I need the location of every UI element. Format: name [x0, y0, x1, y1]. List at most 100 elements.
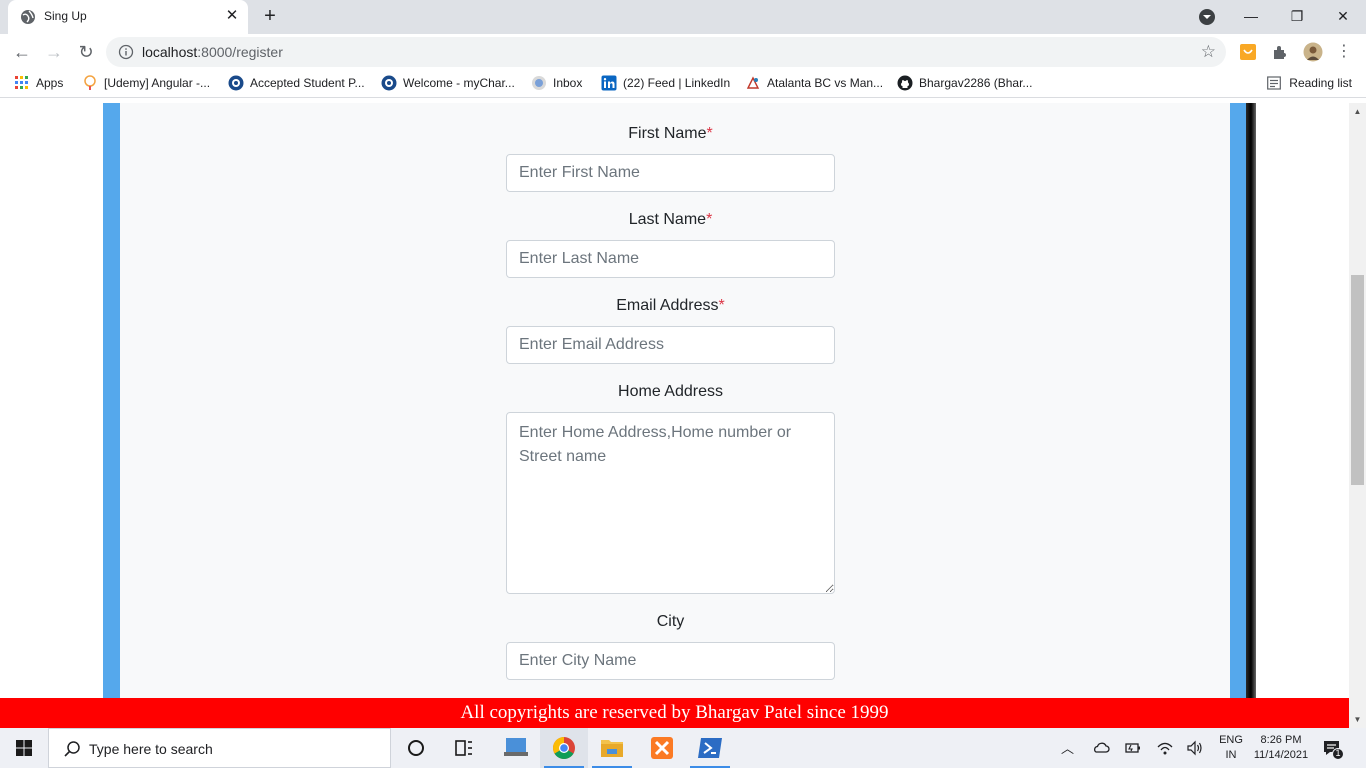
github-icon [897, 75, 913, 91]
powershell-icon [698, 738, 722, 758]
chrome-icon [553, 737, 575, 759]
notification-count: 1 [1335, 748, 1341, 758]
email-label: Email Address* [506, 297, 835, 315]
minimize-icon[interactable]: — [1228, 0, 1274, 32]
folder-icon [601, 740, 623, 757]
charusat-icon [381, 75, 397, 91]
bookmark-label: Inbox [553, 76, 583, 90]
reload-icon[interactable]: ↻ [72, 38, 100, 66]
input-language-indicator[interactable]: ENG IN [1218, 733, 1244, 763]
bookmark-item[interactable]: Welcome - myChar... [381, 75, 515, 93]
honey-extension-icon[interactable] [1239, 43, 1257, 61]
bookmark-item[interactable]: Bhargav2286 (Bhar... [897, 75, 1032, 93]
windows-start-icon[interactable] [0, 728, 48, 768]
browser-toolbar: ← → ↻ localhost:8000/register ☆ ⋮ [0, 34, 1366, 70]
search-icon [64, 741, 80, 757]
first-name-label: First Name* [506, 125, 835, 143]
language-code: ENG [1219, 734, 1243, 746]
taskbar-clock[interactable]: 8:26 PM 11/14/2021 [1248, 733, 1314, 763]
info-icon[interactable] [118, 44, 134, 60]
tab-title: Sing Up [44, 9, 87, 23]
windows-taskbar: Type here to search ︿ ENG IN 8:26 PM 11/14… [0, 728, 1366, 768]
required-asterisk: * [706, 125, 713, 142]
clock-date: 11/14/2021 [1253, 749, 1309, 761]
bookmark-label: Apps [36, 76, 64, 90]
scroll-down-arrow-icon[interactable]: ▼ [1349, 711, 1366, 728]
new-tab-icon[interactable]: + [258, 4, 282, 28]
mail-icon [532, 76, 546, 90]
bookmark-item[interactable]: (22) Feed | LinkedIn [601, 75, 730, 93]
taskbar-search-placeholder: Type here to search [89, 741, 213, 757]
bookmark-label: [Udemy] Angular -... [104, 76, 211, 90]
close-tab-icon[interactable]: ✕ [222, 6, 242, 26]
globe-icon [21, 10, 35, 24]
scroll-up-arrow-icon[interactable]: ▲ [1349, 103, 1366, 120]
address-bar[interactable]: localhost:8000/register ☆ [106, 37, 1226, 67]
profile-avatar-icon[interactable] [1303, 42, 1323, 62]
apps-grid-icon [15, 76, 28, 89]
reading-list-icon [1267, 76, 1282, 90]
url-text: localhost:8000/register [142, 44, 283, 60]
taskbar-app-chrome[interactable] [540, 728, 588, 768]
bookmark-item[interactable]: [Udemy] Angular -... [82, 75, 210, 93]
extensions-puzzle-icon[interactable] [1271, 43, 1289, 61]
last-name-input[interactable] [506, 240, 835, 278]
bookmark-label: (22) Feed | LinkedIn [623, 76, 731, 90]
restore-icon[interactable]: ❐ [1274, 0, 1320, 32]
charusat-icon [228, 75, 244, 91]
required-asterisk: * [718, 297, 725, 314]
home-address-textarea[interactable] [506, 412, 835, 594]
browser-tab[interactable]: Sing Up ✕ [8, 0, 248, 34]
url-path: :8000/register [197, 44, 283, 60]
bookmark-item[interactable]: Apps [14, 75, 63, 93]
bookmark-label: Atalanta BC vs Man... [767, 76, 884, 90]
taskbar-search-box[interactable]: Type here to search [48, 728, 391, 768]
page-viewport: First Name* Last Name* Email Address* Ho… [0, 103, 1349, 728]
tab-search-icon[interactable] [1198, 8, 1216, 26]
bookmark-item[interactable]: Inbox [531, 75, 582, 93]
battery-icon[interactable] [1124, 739, 1142, 757]
card-shadow [1246, 103, 1256, 703]
taskbar-app-powershell[interactable] [686, 728, 734, 768]
scrollbar-thumb[interactable] [1351, 275, 1364, 485]
menu-kebab-icon[interactable]: ⋮ [1330, 38, 1358, 66]
onedrive-cloud-icon[interactable] [1092, 739, 1110, 757]
city-input[interactable] [506, 642, 835, 680]
back-arrow-icon[interactable]: ← [8, 38, 36, 66]
bookmarks-bar: Apps [Udemy] Angular -... Accepted Stude… [0, 70, 1366, 98]
reading-list-label: Reading list [1289, 75, 1352, 90]
bookmark-label: Accepted Student P... [250, 76, 365, 90]
reading-list-button[interactable]: Reading list [1267, 75, 1352, 90]
first-name-label-text: First Name [628, 125, 707, 142]
bookmark-label: Welcome - myChar... [403, 76, 515, 90]
forward-arrow-icon[interactable]: → [40, 38, 68, 66]
first-name-input[interactable] [506, 154, 835, 192]
cortana-icon[interactable] [392, 728, 440, 768]
bookmark-label: Bhargav2286 (Bhar... [919, 76, 1033, 90]
tab-strip: Sing Up ✕ + — ❐ ✕ [0, 0, 1366, 34]
xampp-icon [651, 737, 673, 759]
football-icon [746, 76, 760, 89]
region-code: IN [1225, 749, 1237, 761]
bookmark-item[interactable]: Accepted Student P... [228, 75, 365, 93]
last-name-label: Last Name* [506, 211, 835, 229]
email-input[interactable] [506, 326, 835, 364]
task-view-icon[interactable] [440, 728, 488, 768]
volume-icon[interactable] [1186, 739, 1204, 757]
wifi-icon[interactable] [1156, 739, 1174, 757]
notification-center-button[interactable]: 1 [1322, 738, 1344, 760]
home-address-label: Home Address [618, 383, 723, 400]
clock-time: 8:26 PM [1260, 734, 1302, 746]
linkedin-icon [601, 75, 617, 91]
last-name-label-text: Last Name [628, 211, 707, 228]
copyright-footer: All copyrights are reserved by Bhargav P… [0, 698, 1349, 728]
taskbar-app-explorer[interactable] [588, 728, 636, 768]
taskbar-app[interactable] [492, 728, 540, 768]
page-scrollbar[interactable]: ▲ ▼ [1349, 103, 1366, 728]
show-hidden-icons-chevron-icon[interactable]: ︿ [1061, 738, 1074, 757]
close-window-icon[interactable]: ✕ [1320, 0, 1366, 32]
bookmark-item[interactable]: Atalanta BC vs Man... [745, 75, 883, 93]
taskbar-app-xampp[interactable] [638, 728, 686, 768]
email-label-text: Email Address [616, 297, 719, 314]
bookmark-star-icon[interactable]: ☆ [1201, 42, 1216, 62]
